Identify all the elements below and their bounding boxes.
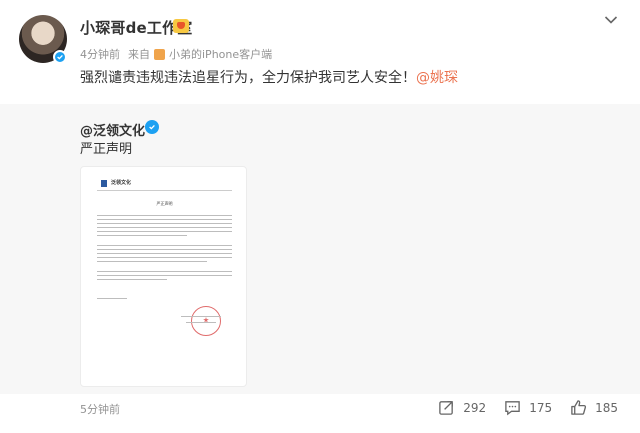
client-app-icon	[154, 48, 165, 60]
source-prefix: 来自	[128, 48, 150, 61]
share-icon	[439, 401, 454, 415]
doc-text-line	[97, 253, 232, 254]
repost-text: 严正声明	[80, 142, 133, 157]
doc-text-line	[97, 275, 232, 276]
repost-area: @泛领文化 严正声明 泛领文化 严正声明	[0, 104, 640, 394]
doc-company: 泛领文化	[111, 180, 132, 186]
doc-text-line	[97, 249, 232, 250]
repost-username[interactable]: @泛领文化	[80, 120, 145, 139]
statement-image[interactable]: 泛领文化 严正声明	[80, 166, 247, 387]
verified-icon	[145, 120, 159, 134]
doc-text-line	[97, 279, 167, 280]
post-content: 强烈谴责违规违法追星行为，全力保护我司艺人安全！@姚琛	[80, 67, 458, 87]
repost-time[interactable]: 5分钟前	[80, 401, 120, 417]
doc-text-line	[97, 219, 232, 220]
mention-link[interactable]: @姚琛	[416, 70, 458, 86]
post-time[interactable]: 4分钟前	[80, 46, 120, 62]
weibo-post-card: 小琛哥de工作室 4分钟前 来自 小弟的iPhone客户端 强烈谴责违规违法追星…	[0, 0, 640, 433]
doc-title: 严正声明	[156, 201, 173, 206]
doc-text-line	[97, 298, 127, 299]
post-source[interactable]: 小弟的iPhone客户端	[169, 46, 272, 62]
comment-count: 175	[529, 400, 553, 415]
like-icon	[571, 400, 587, 415]
like-count: 185	[595, 400, 618, 415]
doc-text-line	[97, 257, 232, 258]
company-seal-icon	[191, 306, 221, 336]
post-text: 强烈谴责违规违法追星行为，全力保护我司艺人安全！	[80, 70, 416, 86]
doc-text-line	[97, 231, 232, 232]
post-meta: 4分钟前 来自 小弟的iPhone客户端	[80, 46, 272, 62]
doc-text-line	[97, 261, 207, 262]
doc-text-line	[97, 271, 232, 272]
share-button[interactable]: 292	[438, 399, 486, 416]
doc-text-line	[97, 215, 232, 216]
doc-text-line	[97, 235, 187, 236]
vip-badge-icon[interactable]	[173, 19, 189, 33]
more-chevron-icon[interactable]	[604, 15, 618, 25]
like-button[interactable]: 185	[570, 399, 618, 416]
action-bar: 292 175 185	[438, 399, 618, 416]
share-count: 292	[463, 400, 487, 415]
company-logo-icon	[101, 180, 107, 187]
comment-button[interactable]: 175	[504, 399, 552, 416]
doc-text-line	[97, 245, 232, 246]
doc-text-line	[97, 227, 232, 228]
doc-divider	[97, 190, 232, 191]
doc-text-line	[181, 316, 221, 317]
verified-icon	[53, 50, 67, 64]
doc-text-line	[186, 322, 216, 323]
comment-icon	[505, 401, 520, 416]
doc-text-line	[97, 223, 232, 224]
